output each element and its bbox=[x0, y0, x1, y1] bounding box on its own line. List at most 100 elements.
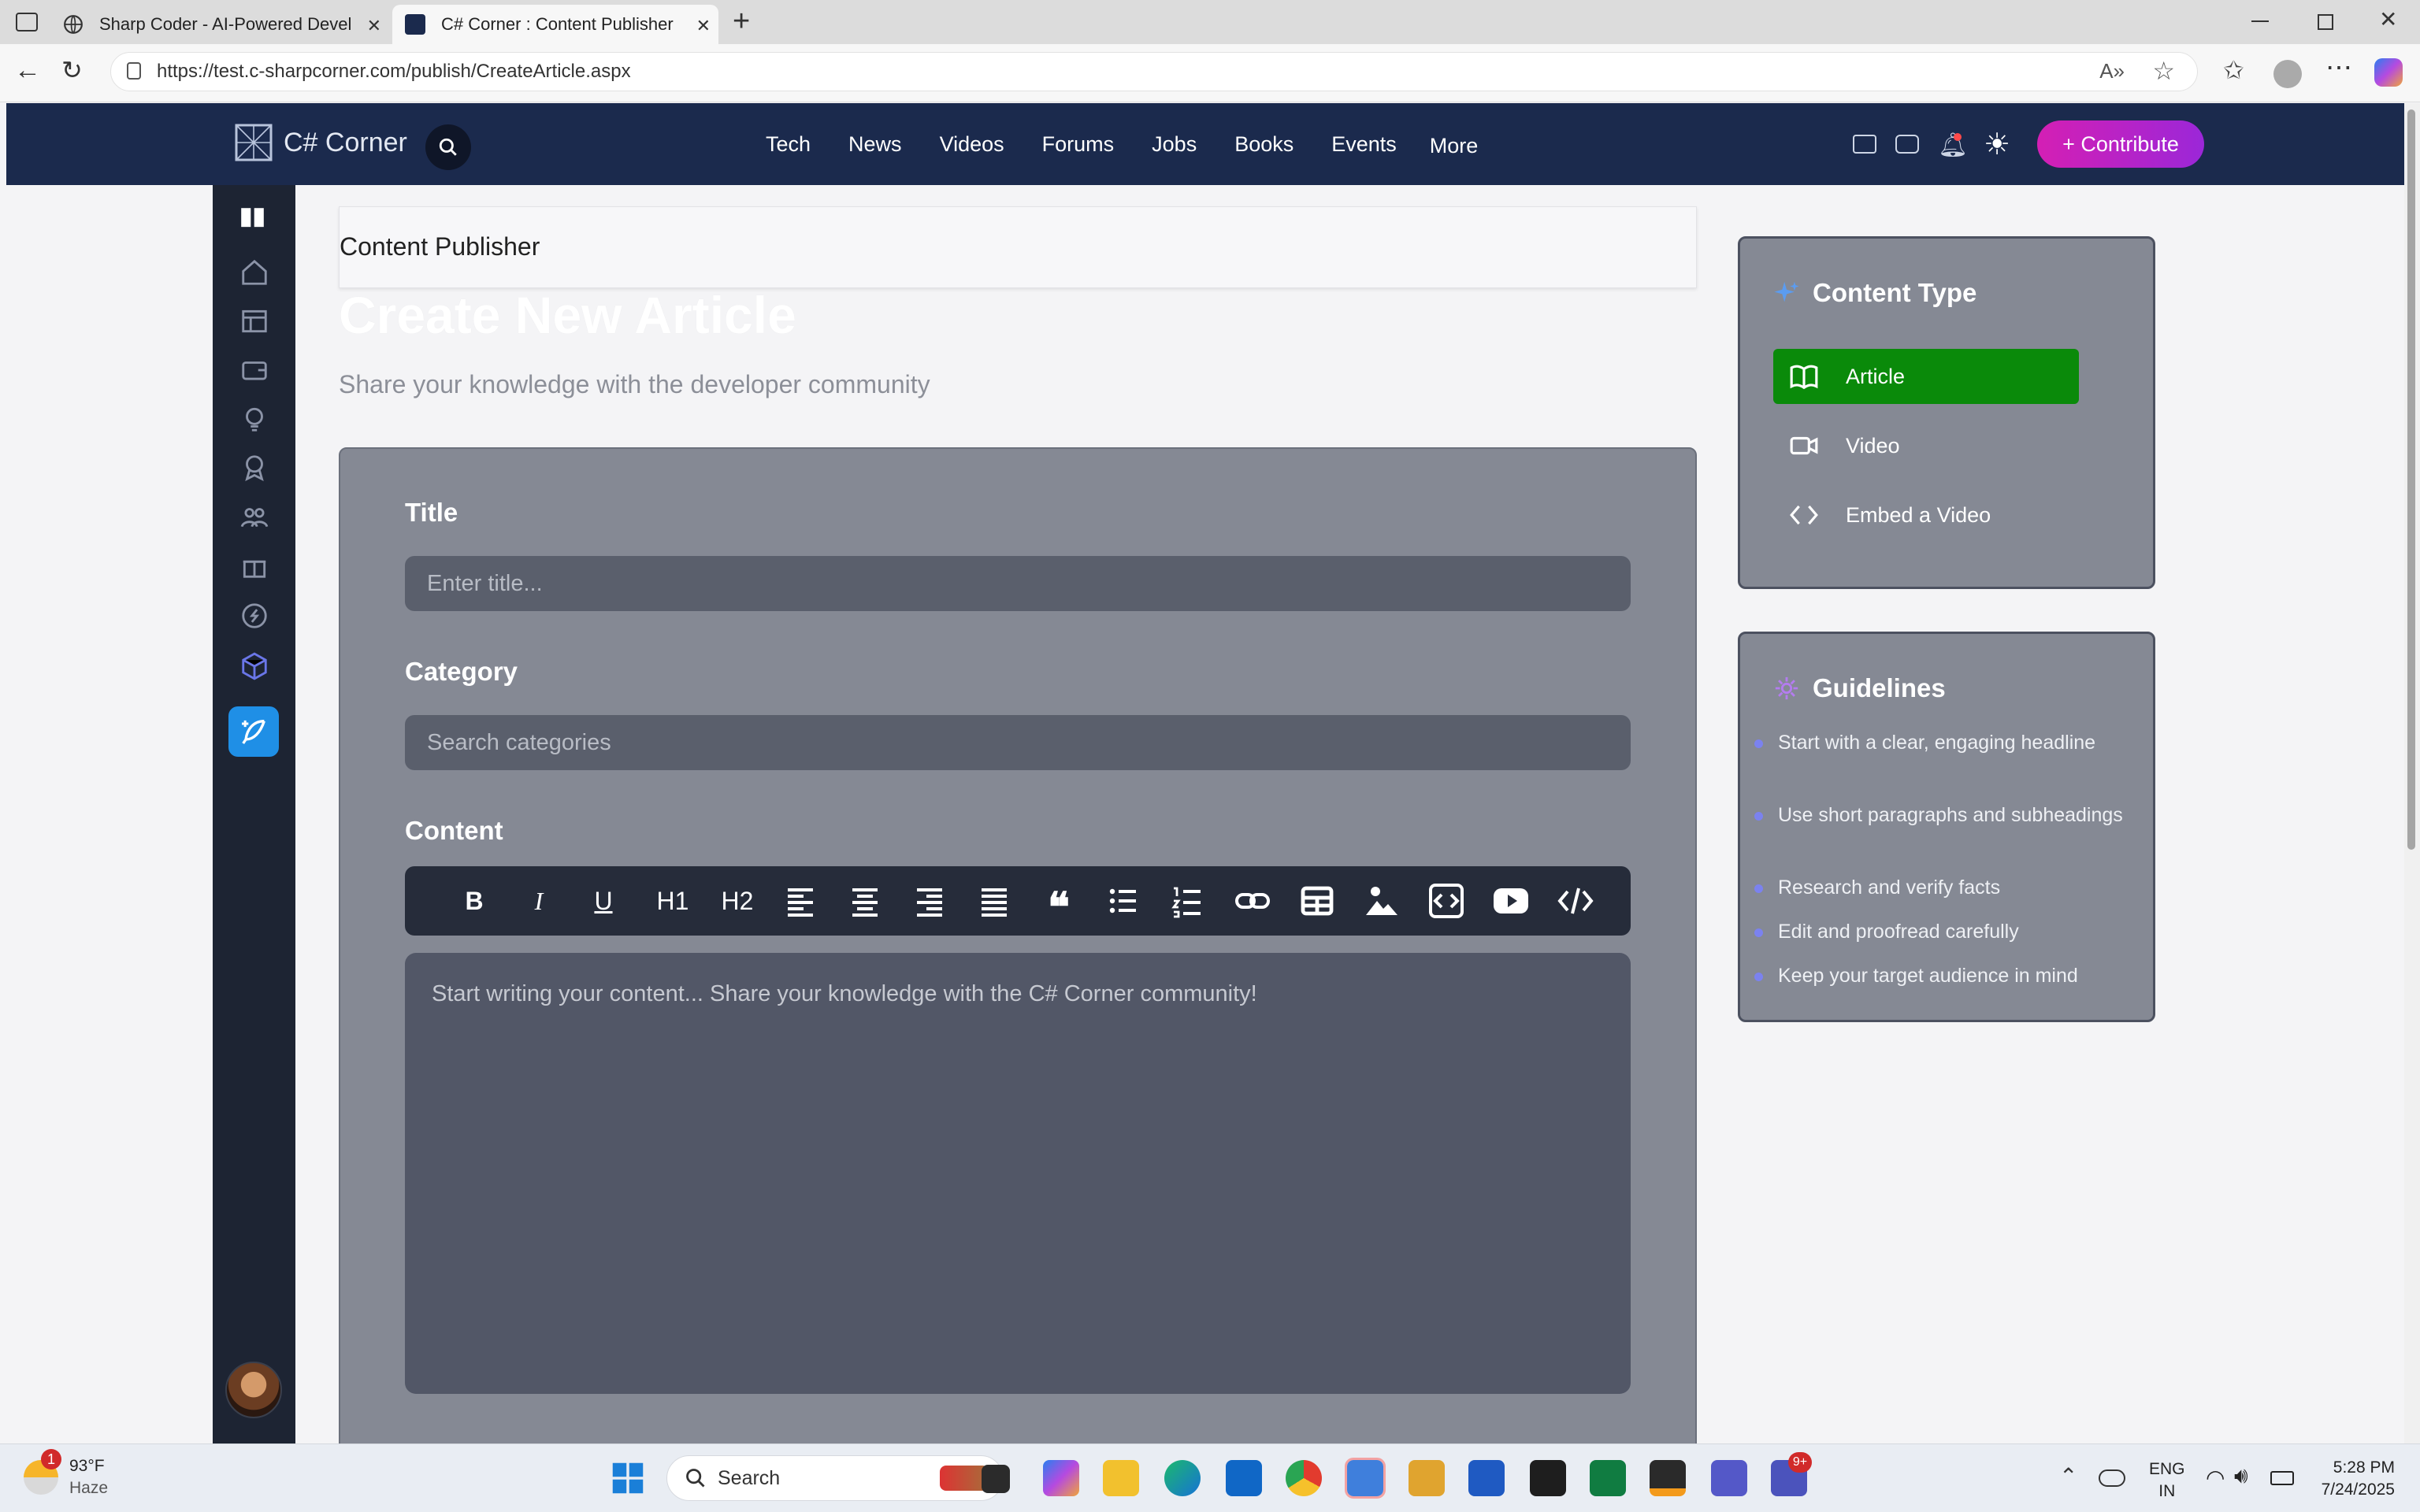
windows-taskbar: 1 93°F Haze Search 9+ ⌃ ENG IN ◠ 🔊︎ 5:28… bbox=[0, 1443, 2420, 1512]
site-info-icon[interactable] bbox=[127, 62, 141, 80]
community-icon[interactable] bbox=[239, 502, 269, 532]
page-scrollbar[interactable] bbox=[2404, 103, 2420, 1443]
numbered-list-icon[interactable] bbox=[1169, 882, 1207, 920]
favorite-star-icon[interactable]: ☆ bbox=[2152, 56, 2175, 86]
tab-content-publisher[interactable]: C# Corner : Content Publisher ✕ bbox=[392, 5, 718, 44]
category-search-input[interactable]: Search categories bbox=[405, 715, 1631, 770]
cube-icon[interactable] bbox=[239, 651, 269, 681]
sublime-text-icon[interactable] bbox=[1650, 1460, 1686, 1496]
show-hidden-icons-chevron[interactable]: ⌃ bbox=[2059, 1463, 2077, 1489]
article-form-panel: Title Enter title... Category Search cat… bbox=[339, 447, 1697, 1471]
idea-bulb-icon[interactable] bbox=[239, 404, 269, 434]
align-left-icon[interactable] bbox=[781, 882, 819, 920]
heading1-button[interactable]: H1 bbox=[649, 882, 696, 920]
site-logo[interactable]: C# Corner bbox=[233, 122, 407, 163]
favorites-icon[interactable]: ✩ bbox=[2223, 55, 2244, 85]
content-type-video[interactable]: Video bbox=[1773, 418, 2079, 473]
wallet-icon[interactable] bbox=[239, 355, 269, 385]
book-icon bbox=[1790, 365, 1818, 390]
edge-browser-icon[interactable] bbox=[1164, 1460, 1201, 1496]
task-view-icon[interactable] bbox=[982, 1465, 1010, 1493]
taskbar-search-box[interactable]: Search bbox=[666, 1455, 1004, 1501]
wifi-icon[interactable]: ◠ bbox=[2206, 1465, 2225, 1491]
excel-icon[interactable] bbox=[1590, 1460, 1626, 1496]
close-tab-icon[interactable]: ✕ bbox=[696, 16, 711, 36]
content-editor[interactable]: Start writing your content... Share your… bbox=[405, 953, 1631, 1394]
close-window-button[interactable]: ✕ bbox=[2379, 6, 2397, 32]
heading2-button[interactable]: H2 bbox=[714, 882, 761, 920]
home-icon[interactable] bbox=[239, 258, 269, 287]
nav-books[interactable]: Books bbox=[1234, 132, 1294, 157]
bold-button[interactable]: B bbox=[455, 882, 493, 920]
align-center-icon[interactable] bbox=[846, 882, 884, 920]
file-explorer-icon[interactable] bbox=[1103, 1460, 1139, 1496]
content-type-article[interactable]: Article bbox=[1773, 349, 2079, 404]
blockquote-icon[interactable]: ❝ bbox=[1040, 882, 1078, 931]
create-content-button[interactable] bbox=[228, 706, 279, 757]
weather-widget[interactable]: 1 93°F Haze bbox=[24, 1449, 108, 1499]
theme-toggle-sun-icon[interactable]: ☀ bbox=[1984, 127, 2010, 162]
refresh-icon[interactable]: ↻ bbox=[61, 55, 83, 85]
copilot-app-icon[interactable] bbox=[1043, 1460, 1079, 1496]
volume-icon[interactable]: 🔊︎ bbox=[2234, 1463, 2248, 1489]
scrollbar-thumb[interactable] bbox=[2407, 109, 2415, 850]
chat-icon[interactable] bbox=[1895, 135, 1919, 154]
user-avatar[interactable] bbox=[225, 1362, 282, 1418]
csharp-corner-logo-icon bbox=[235, 124, 273, 161]
coin-icon[interactable] bbox=[239, 601, 269, 631]
table-icon[interactable] bbox=[1298, 882, 1336, 920]
restore-button[interactable] bbox=[2318, 14, 2333, 30]
award-badge-icon[interactable] bbox=[239, 453, 269, 483]
nav-videos[interactable]: Videos bbox=[940, 132, 1004, 157]
chrome-icon[interactable] bbox=[1286, 1460, 1322, 1496]
read-aloud-icon[interactable]: A» bbox=[2099, 59, 2125, 83]
windows-start-icon[interactable] bbox=[611, 1462, 644, 1495]
italic-button[interactable]: I bbox=[520, 882, 558, 920]
contribute-button[interactable]: + Contribute bbox=[2037, 120, 2204, 168]
onedrive-icon[interactable] bbox=[2099, 1469, 2125, 1487]
tab-actions-icon[interactable] bbox=[16, 13, 38, 32]
youtube-icon[interactable] bbox=[1492, 882, 1530, 920]
more-options-icon[interactable]: ⋯ bbox=[2325, 52, 2352, 83]
content-type-embed-video[interactable]: Embed a Video bbox=[1773, 487, 2079, 543]
html-source-icon[interactable] bbox=[1557, 882, 1594, 920]
language-indicator[interactable]: ENG IN bbox=[2149, 1458, 2185, 1503]
title-input[interactable]: Enter title... bbox=[405, 556, 1631, 611]
image-icon[interactable] bbox=[1363, 882, 1401, 920]
dashboard-panels-icon[interactable]: ▮▮ bbox=[239, 202, 269, 232]
gift-icon[interactable] bbox=[239, 550, 269, 580]
close-tab-icon[interactable]: ✕ bbox=[367, 16, 381, 36]
underline-button[interactable]: U bbox=[585, 882, 622, 920]
time: 5:28 PM bbox=[2333, 1458, 2395, 1477]
layout-icon[interactable] bbox=[239, 306, 269, 336]
tab-sharp-coder[interactable]: Sharp Coder - AI-Powered Develo ✕ bbox=[50, 5, 389, 44]
link-icon[interactable] bbox=[1234, 882, 1271, 920]
nav-forums[interactable]: Forums bbox=[1042, 132, 1115, 157]
notifications-bell-icon[interactable]: 🔔︎ bbox=[1938, 132, 1968, 159]
clock[interactable]: 5:28 PM 7/24/2025 bbox=[2311, 1457, 2395, 1501]
nav-jobs[interactable]: Jobs bbox=[1152, 132, 1197, 157]
notepad-icon[interactable] bbox=[1345, 1458, 1386, 1499]
minimize-button[interactable] bbox=[2251, 20, 2269, 22]
site-search-button[interactable] bbox=[425, 124, 471, 170]
align-right-icon[interactable] bbox=[911, 882, 948, 920]
nav-news[interactable]: News bbox=[848, 132, 902, 157]
align-justify-icon[interactable] bbox=[975, 882, 1013, 920]
nav-tech[interactable]: Tech bbox=[766, 132, 811, 157]
battery-icon[interactable] bbox=[2270, 1471, 2294, 1485]
outlook-icon[interactable] bbox=[1226, 1460, 1262, 1496]
word-icon[interactable] bbox=[1468, 1460, 1505, 1496]
profile-avatar-icon[interactable] bbox=[2273, 60, 2302, 88]
pluralsight-p-icon[interactable] bbox=[1530, 1460, 1566, 1496]
back-arrow-icon[interactable]: ← bbox=[14, 55, 41, 86]
snipping-tool-icon[interactable] bbox=[1409, 1460, 1445, 1496]
bulleted-list-icon[interactable] bbox=[1104, 882, 1142, 920]
new-tab-button[interactable]: + bbox=[733, 5, 750, 39]
code-block-icon[interactable] bbox=[1427, 882, 1465, 920]
messages-icon[interactable] bbox=[1853, 135, 1876, 154]
copilot-icon[interactable] bbox=[2374, 58, 2403, 87]
nav-events[interactable]: Events bbox=[1331, 132, 1397, 157]
teams-icon[interactable] bbox=[1711, 1460, 1747, 1496]
url-field[interactable]: https://test.c-sharpcorner.com/publish/C… bbox=[110, 52, 2198, 91]
nav-more[interactable]: More bbox=[1430, 134, 1479, 158]
